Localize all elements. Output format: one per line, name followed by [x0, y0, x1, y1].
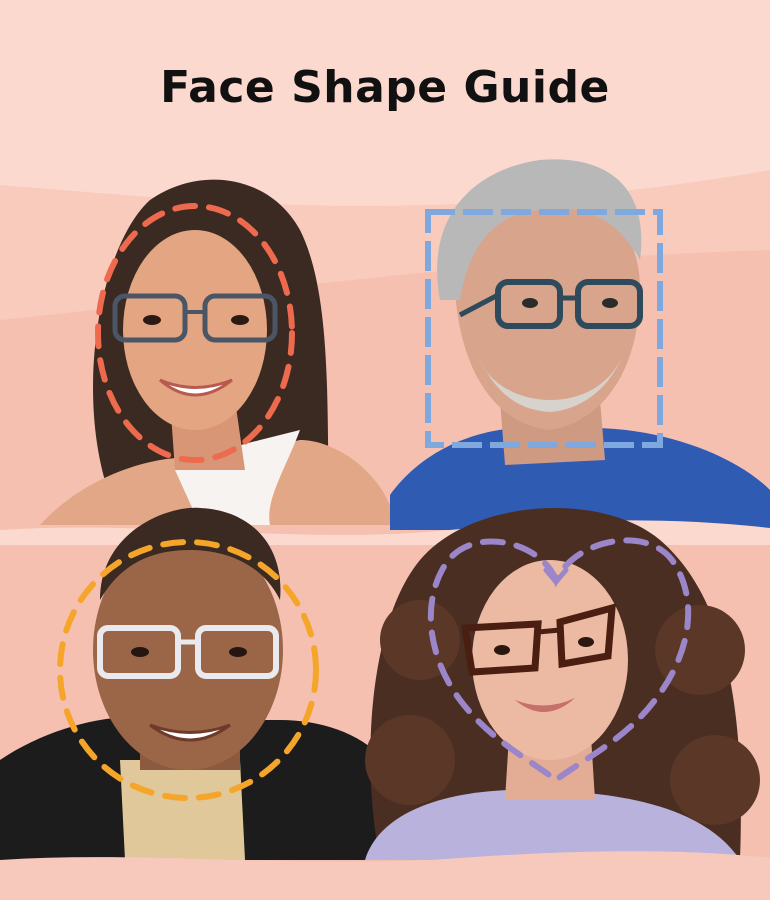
portrait-collage	[0, 159, 770, 900]
